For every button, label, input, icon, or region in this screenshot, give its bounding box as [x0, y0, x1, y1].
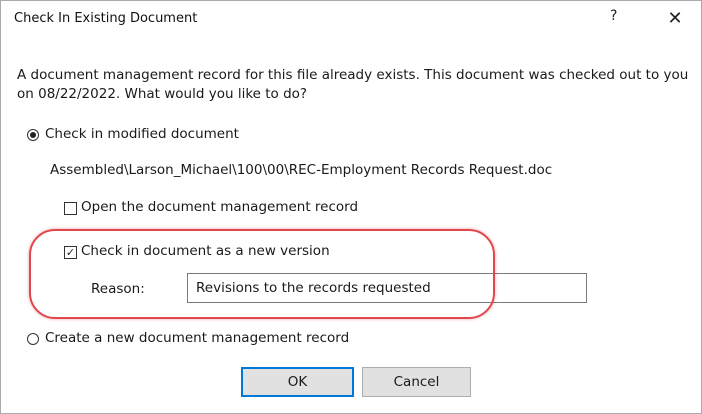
reason-input[interactable] — [187, 273, 587, 303]
create-new-record-label[interactable]: Create a new document management record — [45, 330, 349, 346]
reason-label: Reason: — [91, 281, 145, 297]
close-icon[interactable]: ✕ — [663, 7, 687, 31]
open-record-label[interactable]: Open the document management record — [81, 199, 358, 215]
check-in-modified-radio[interactable] — [27, 129, 39, 141]
ok-button[interactable]: OK — [241, 367, 354, 397]
new-version-label[interactable]: Check in document as a new version — [81, 243, 330, 259]
cancel-button[interactable]: Cancel — [362, 367, 471, 397]
new-version-checkbox[interactable]: ✓ — [64, 246, 77, 259]
check-in-modified-label[interactable]: Check in modified document — [45, 126, 239, 142]
dialog-title: Check In Existing Document — [14, 11, 198, 26]
check-in-dialog: Check In Existing Document ? ✕ A documen… — [0, 0, 702, 414]
open-record-checkbox[interactable] — [64, 202, 77, 215]
file-path: Assembled\Larson_Michael\100\00\REC-Empl… — [50, 162, 553, 178]
dialog-message: A document management record for this fi… — [17, 67, 689, 102]
create-new-record-radio[interactable] — [27, 333, 39, 345]
help-icon[interactable]: ? — [610, 8, 617, 24]
title-bar: Check In Existing Document ? ✕ — [1, 1, 701, 38]
